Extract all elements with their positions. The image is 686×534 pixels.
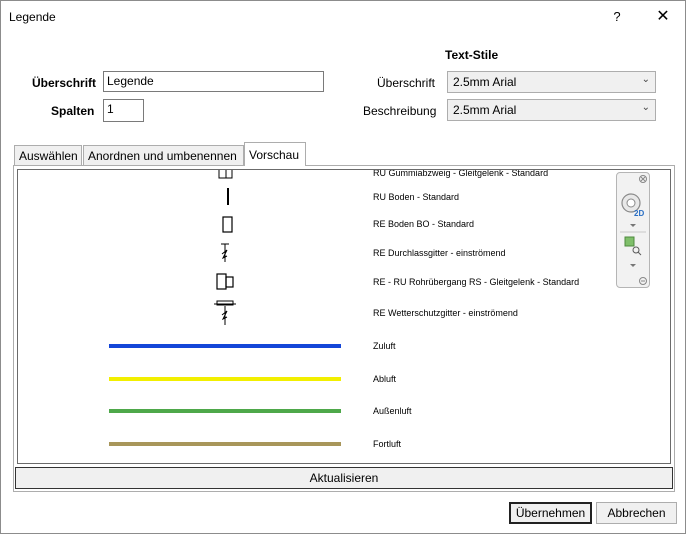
- heading-style-value: 2.5mm Arial: [453, 75, 517, 89]
- grille-symbol: [221, 243, 229, 262]
- columns-label: Spalten: [51, 104, 95, 118]
- tab-arrange-rename[interactable]: Anordnen und umbenennen: [83, 145, 244, 165]
- apply-button[interactable]: Übernehmen: [509, 502, 592, 524]
- legend-preview[interactable]: RU Gummiabzweig - Gleitgelenk - Standard…: [17, 169, 671, 464]
- tab-select[interactable]: Auswählen: [14, 145, 82, 165]
- heading-label: Überschrift: [32, 76, 97, 90]
- legend-item-label: RE Wetterschutzgitter - einströmend: [373, 308, 518, 318]
- close-button[interactable]: ✕: [649, 6, 677, 28]
- refresh-button[interactable]: Aktualisieren: [15, 467, 673, 489]
- description-style-value: 2.5mm Arial: [453, 103, 517, 117]
- svg-text:2D: 2D: [634, 209, 644, 218]
- preview-canvas: [109, 170, 341, 446]
- chevron-down-icon: ⌄: [641, 102, 650, 113]
- heading-input[interactable]: Legende: [103, 71, 324, 92]
- flex-branch-symbol: [218, 170, 233, 179]
- navbar-graphics: 2D: [620, 175, 647, 285]
- tab-preview[interactable]: Vorschau: [244, 142, 306, 166]
- window-title: Legende: [9, 10, 56, 24]
- chevron-down-icon[interactable]: [630, 264, 636, 267]
- title-bar: Legende ? ✕: [1, 1, 685, 33]
- floor-bo-symbol: [222, 216, 233, 233]
- heading-style-select[interactable]: 2.5mm Arial ⌄: [447, 71, 656, 93]
- legend-dialog: Legende ? ✕ Überschrift Legende Spalten …: [0, 0, 686, 534]
- navbar-close-icon[interactable]: [639, 175, 647, 183]
- pipe-transition-symbol: [216, 273, 234, 290]
- style-description-label: Beschreibung: [363, 104, 437, 118]
- legend-item-label: RE Boden BO - Standard: [373, 219, 475, 229]
- help-button[interactable]: ?: [606, 6, 628, 28]
- legend-item-label: RU Gummiabzweig - Gleitgelenk - Standard: [373, 169, 549, 178]
- legend-item-label: RE Durchlassgitter - einströmend: [373, 248, 506, 258]
- zoom-icon[interactable]: [624, 236, 642, 256]
- legend-item-label: RU Boden - Standard: [373, 192, 460, 202]
- steering-wheel-2d-icon[interactable]: 2D: [621, 193, 644, 218]
- description-style-select[interactable]: 2.5mm Arial ⌄: [447, 99, 656, 121]
- legend-item-label: Außenluft: [373, 406, 412, 416]
- cancel-button[interactable]: Abbrechen: [596, 502, 677, 524]
- chevron-down-icon: ⌄: [641, 74, 650, 85]
- chevron-down-icon[interactable]: [630, 224, 636, 227]
- legend-item-label: RE - RU Rohrübergang RS - Gleitgelenk - …: [373, 277, 580, 287]
- legend-item-label: Abluft: [373, 374, 397, 384]
- navigation-bar: 2D: [616, 172, 650, 288]
- text-styles-title: Text-Stile: [445, 48, 499, 62]
- columns-input[interactable]: 1: [103, 99, 144, 122]
- legend-item-label: Zuluft: [373, 341, 396, 351]
- weather-grille-symbol: [214, 300, 236, 325]
- legend-item-label: Fortluft: [373, 439, 402, 449]
- style-heading-label: Überschrift: [377, 76, 436, 90]
